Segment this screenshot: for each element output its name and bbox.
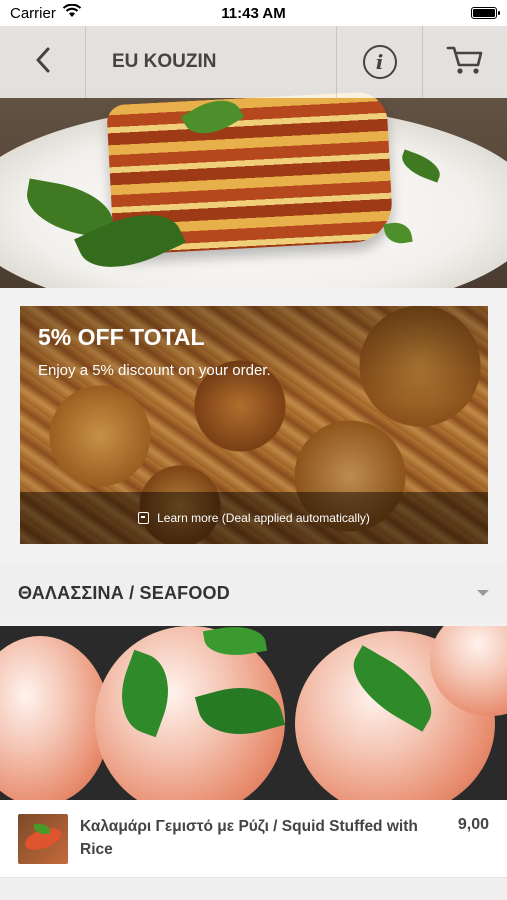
document-icon [138,512,150,524]
status-left: Carrier [10,3,82,22]
deal-subtitle: Enjoy a 5% discount on your order. [38,362,271,379]
deal-title: 5% OFF TOTAL [38,324,205,350]
status-bar: Carrier 11:43 AM [0,0,507,26]
category-banner-image [0,626,507,800]
cart-button[interactable] [423,26,507,98]
menu-item-thumbnail [18,813,68,864]
deal-learn-more[interactable]: Learn more (Deal applied automatically) [20,492,488,544]
menu-item[interactable]: Καλαμάρι Γεμιστό με Ρύζι / Squid Stuffed… [0,800,507,878]
bottom-spacer [0,878,507,900]
category-header-seafood[interactable]: ΘΑΛΑΣΣΙΝΑ / SEAFOOD [0,563,507,623]
navigation-bar: EU KOUZIN i [0,26,507,98]
deal-footer-text: Learn more (Deal applied automatically) [157,511,370,525]
info-icon: i [362,45,397,79]
battery-icon [471,7,500,19]
menu-item-name: Καλαμάρι Γεμιστό με Ρύζι / Squid Stuffed… [80,818,418,858]
info-button[interactable]: i [337,26,423,98]
wifi-icon [62,3,82,22]
carrier-label: Carrier [10,4,56,22]
restaurant-title: EU KOUZIN [86,26,337,98]
status-time: 11:43 AM [221,4,286,22]
deal-card[interactable]: 5% OFF TOTAL Enjoy a 5% discount on your… [20,306,488,544]
menu-item-price: 9,00 [457,816,489,833]
cart-icon [446,44,484,81]
back-chevron-icon [35,47,51,78]
category-title: ΘΑΛΑΣΣΙΝΑ / SEAFOOD [18,582,230,603]
back-button[interactable] [0,26,86,98]
caret-down-icon [477,590,489,596]
